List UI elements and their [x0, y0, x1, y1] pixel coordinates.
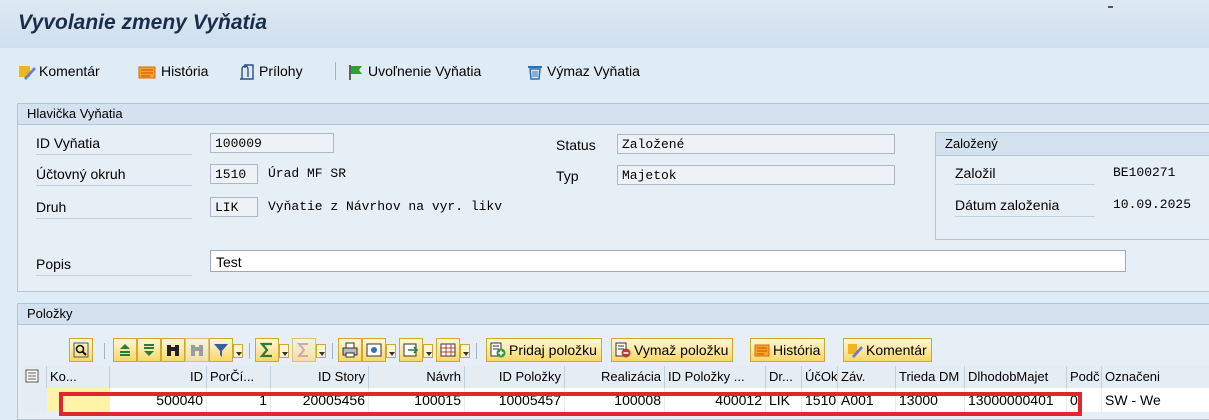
export-button[interactable]	[399, 338, 423, 362]
magnifier-icon	[73, 342, 89, 358]
header-panel-title: Hlavička Vyňatia	[18, 104, 1209, 125]
history-icon	[138, 66, 156, 79]
alv-separator	[104, 343, 105, 359]
created-panel: Založený	[935, 132, 1209, 240]
release-button[interactable]: Uvoľnenie Vyňatia	[347, 61, 481, 81]
type-code-text: Vyňatie z Návrhov na vyr. likv	[268, 199, 503, 214]
column-header[interactable]: ÚčOk	[802, 366, 838, 388]
layout-button[interactable]	[436, 338, 460, 362]
column-header[interactable]: ID Položky	[465, 366, 565, 388]
sum-icon	[259, 342, 272, 358]
column-header[interactable]: Ko...	[47, 366, 110, 388]
add-item-icon	[490, 342, 506, 358]
description-label: Popis	[36, 253, 192, 276]
status-field[interactable]: Založené	[617, 134, 895, 154]
history-icon	[754, 344, 770, 357]
description-input[interactable]: Test	[210, 250, 1126, 272]
type-code-label: Druh	[36, 196, 192, 219]
binoculars-icon	[167, 345, 179, 356]
filter-button[interactable]	[209, 338, 233, 362]
created-panel-title: Založený	[936, 133, 1209, 156]
typ-label: Typ	[556, 168, 579, 184]
delete-exemption-button[interactable]: Výmaz Vyňatia	[526, 61, 640, 81]
exemption-id-label: ID Vyňatia	[36, 132, 192, 155]
flag-icon	[349, 65, 362, 80]
delete-item-icon	[615, 342, 631, 358]
column-header[interactable]: Trieda DM	[896, 366, 965, 388]
print-button[interactable]	[338, 338, 362, 362]
subtotal-button[interactable]	[292, 338, 316, 362]
views-button[interactable]	[362, 338, 386, 362]
column-header[interactable]: DlhodobMajet	[965, 366, 1067, 388]
created-date-value: 10.09.2025	[1113, 197, 1192, 212]
views-dropdown[interactable]	[386, 344, 396, 358]
sort-descending-icon	[144, 344, 154, 356]
find-button[interactable]	[161, 338, 185, 362]
table-header: Ko... ID PorČí... ID Story Návrh ID Polo…	[22, 366, 1209, 388]
alv-separator	[332, 343, 333, 359]
created-date-label: Dátum založenia	[955, 194, 1095, 217]
application-toolbar: Komentár História Prílohy Uvoľnenie Vyňa…	[0, 56, 1209, 88]
export-icon	[403, 343, 419, 357]
created-by-value: BE100271	[1113, 165, 1176, 180]
find-next-button[interactable]	[185, 338, 209, 362]
items-comment-button[interactable]: Komentár	[843, 338, 932, 362]
column-header[interactable]: Podč	[1067, 366, 1102, 388]
toolbar-separator	[335, 62, 336, 80]
column-header[interactable]: Označeni	[1102, 366, 1209, 388]
row-selector[interactable]	[22, 388, 47, 412]
column-header[interactable]: Realizácia	[565, 366, 665, 388]
title-bar: Vyvolanie zmeny Vyňatia	[0, 0, 1209, 48]
layout-grid-icon	[440, 343, 456, 357]
company-code-label: Účtovný okruh	[36, 163, 192, 186]
column-header[interactable]: ID Story	[271, 366, 369, 388]
items-panel-title: Položky	[18, 304, 1209, 325]
layout-dropdown[interactable]	[460, 344, 470, 358]
history-button[interactable]: História	[138, 61, 208, 81]
alv-separator	[249, 343, 250, 359]
created-by-label: Založil	[955, 162, 1095, 185]
exemption-id-field[interactable]: 100009	[210, 133, 334, 153]
select-all-icon[interactable]	[22, 366, 47, 388]
column-header[interactable]: Návrh	[369, 366, 465, 388]
trash-icon	[528, 66, 542, 80]
attachment-icon	[240, 64, 254, 80]
window-control[interactable]	[1108, 6, 1113, 8]
company-code-field[interactable]: 1510	[210, 164, 258, 184]
typ-field[interactable]: Majetok	[617, 165, 895, 185]
details-button[interactable]	[69, 338, 93, 362]
status-label: Status	[556, 137, 596, 153]
column-header[interactable]: ID Položky ...	[665, 366, 766, 388]
total-dropdown[interactable]	[279, 344, 289, 358]
table-cell[interactable]: SW - We	[1102, 388, 1209, 412]
export-dropdown[interactable]	[423, 344, 433, 358]
type-code-field[interactable]: LIK	[210, 197, 258, 217]
highlight-box	[59, 392, 1082, 416]
print-icon	[342, 342, 358, 358]
total-button[interactable]	[255, 338, 279, 362]
column-header[interactable]: Záv.	[838, 366, 896, 388]
subtotal-icon	[296, 343, 308, 357]
pencil-icon	[848, 344, 863, 358]
subtotal-dropdown[interactable]	[316, 344, 326, 358]
delete-item-button[interactable]: Vymaž položku	[611, 338, 734, 362]
column-header[interactable]: ID	[110, 366, 207, 388]
sort-ascending-button[interactable]	[113, 338, 137, 362]
binoculars-next-icon	[191, 345, 203, 356]
items-history-button[interactable]: História	[750, 338, 826, 362]
view-icon	[366, 343, 382, 357]
pencil-icon	[19, 66, 36, 80]
sort-ascending-icon	[120, 344, 130, 356]
sort-descending-button[interactable]	[137, 338, 161, 362]
company-code-text: Úrad MF SR	[268, 166, 347, 181]
column-header[interactable]: PorČí...	[207, 366, 271, 388]
alv-separator	[476, 343, 477, 359]
filter-icon	[214, 344, 228, 357]
comment-button[interactable]: Komentár	[18, 61, 100, 81]
attachments-button[interactable]: Prílohy	[238, 61, 303, 81]
column-header[interactable]: Dr...	[766, 366, 802, 388]
filter-dropdown[interactable]	[233, 344, 243, 358]
page-title: Vyvolanie zmeny Vyňatia	[18, 11, 268, 34]
add-item-button[interactable]: Pridaj položku	[486, 338, 602, 362]
